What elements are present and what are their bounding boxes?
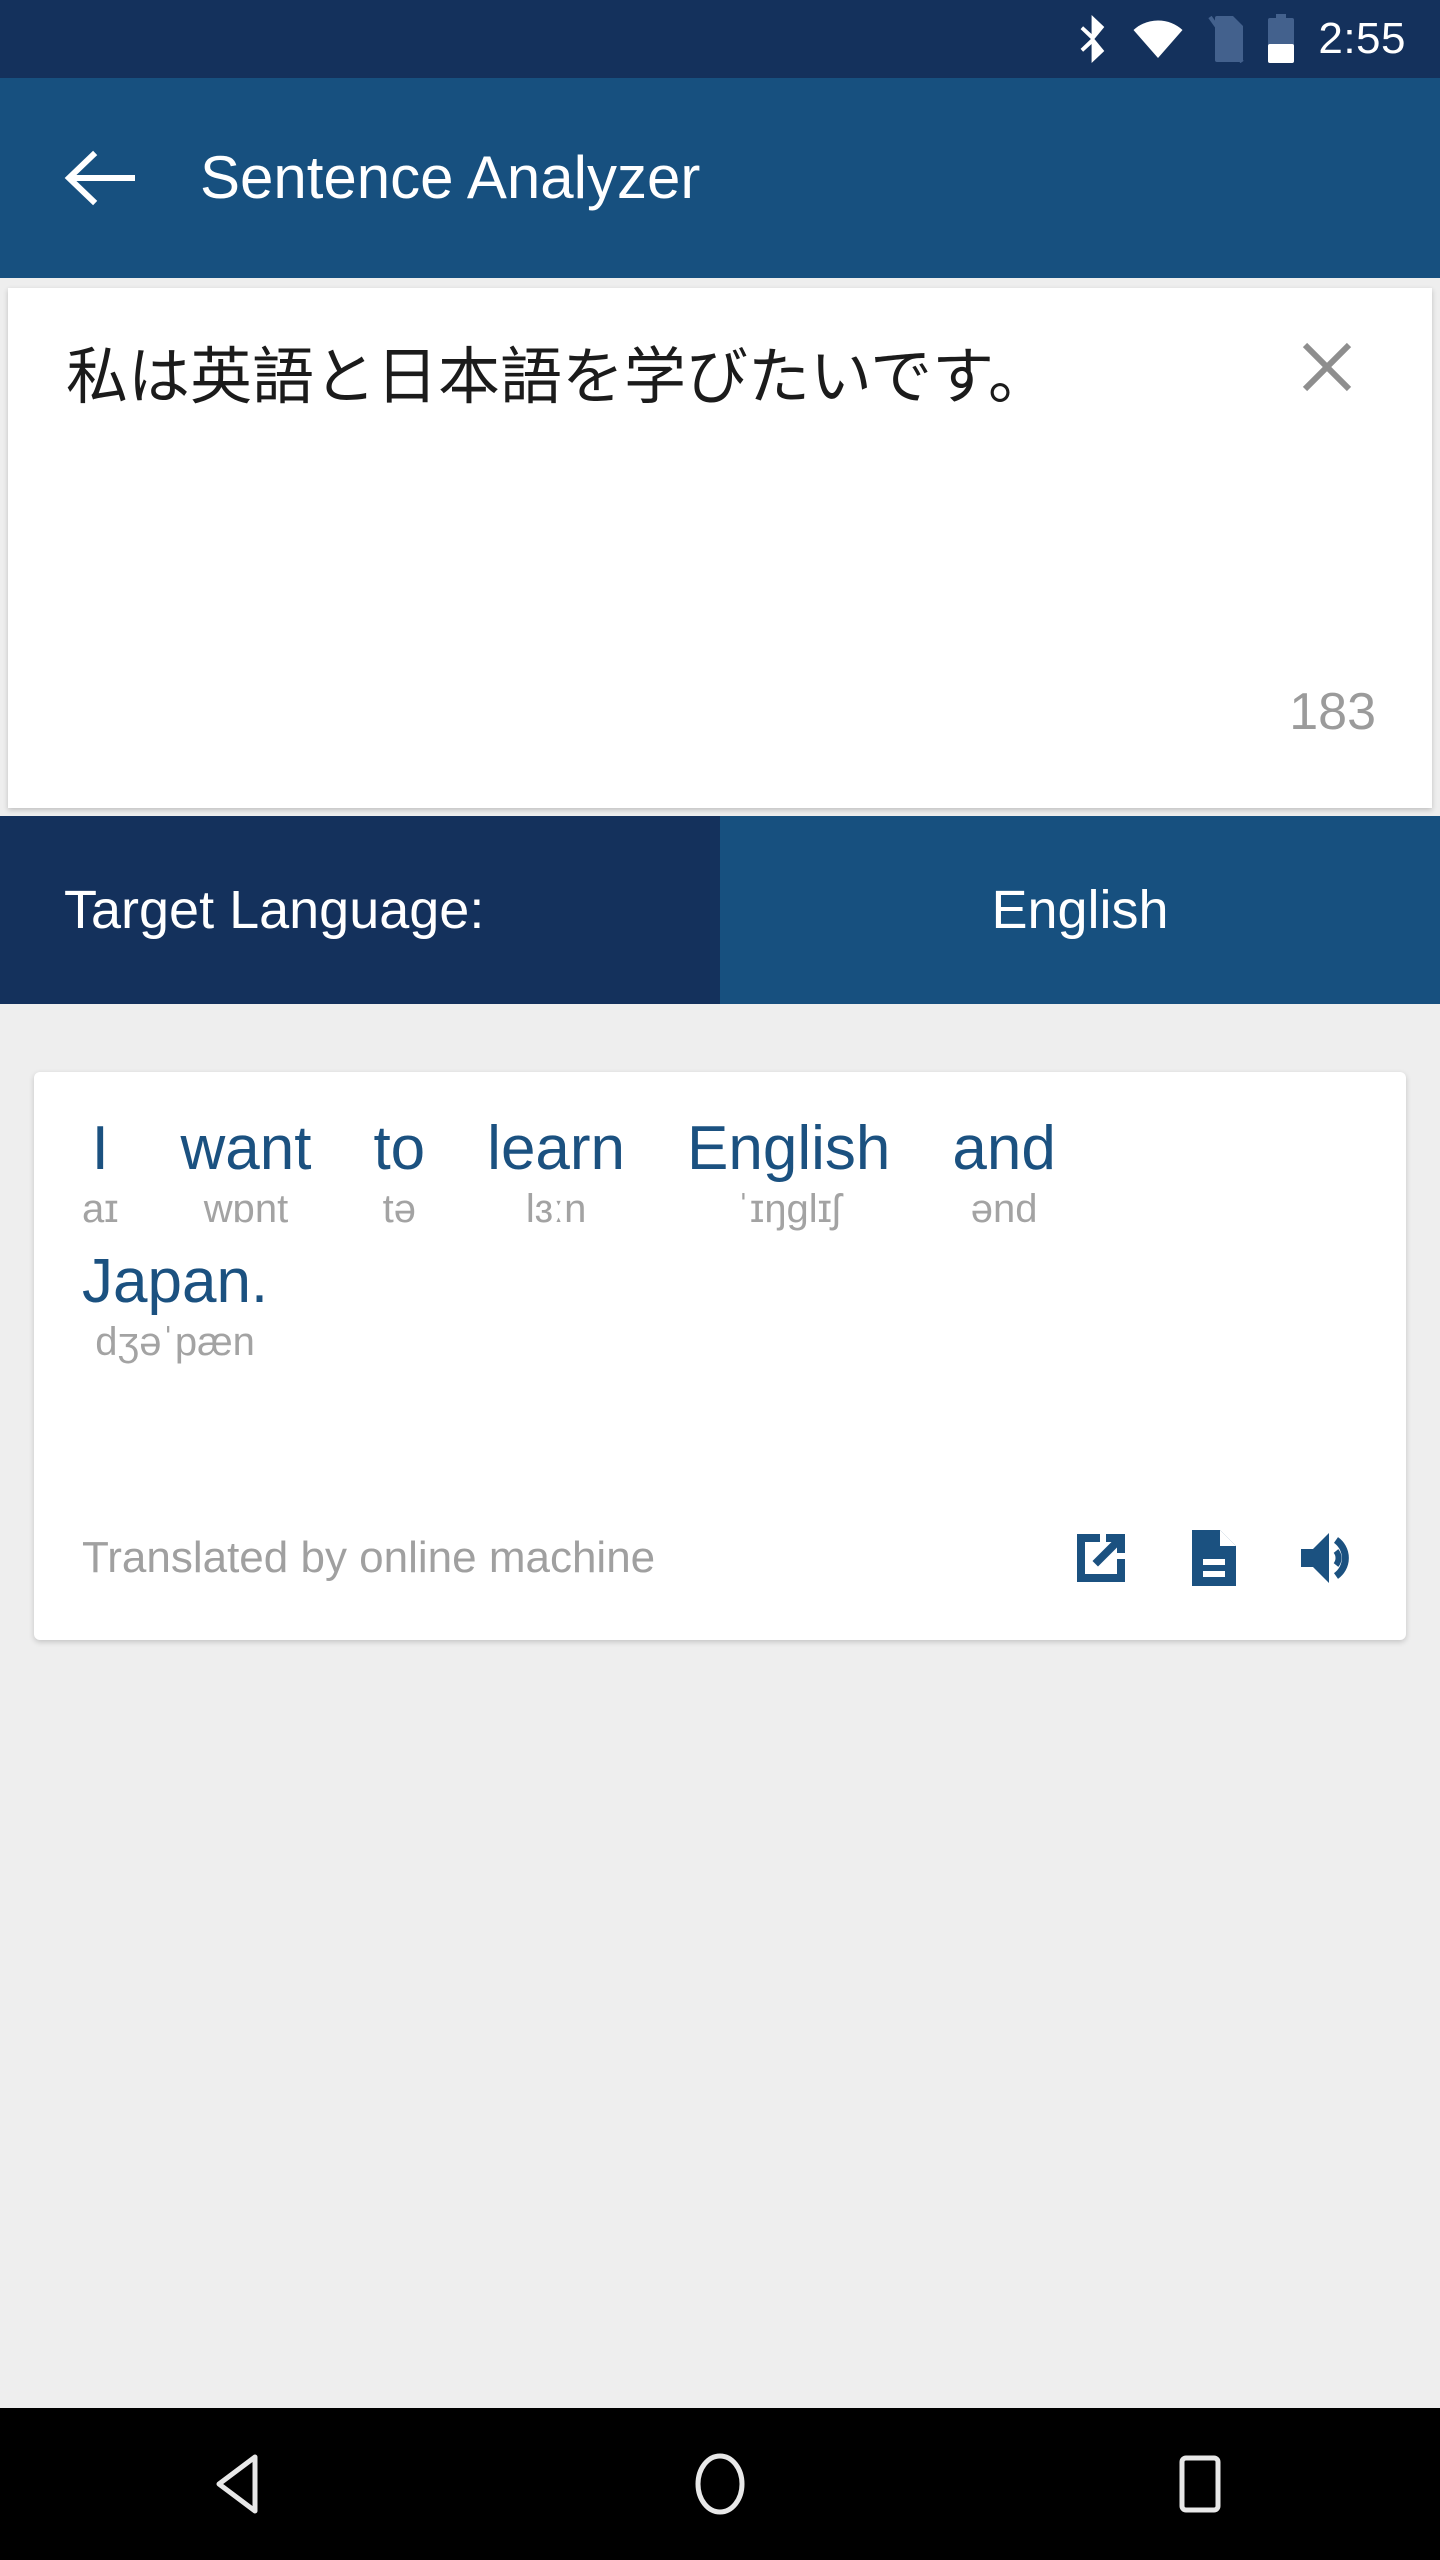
recents-square-icon[interactable] <box>960 2408 1440 2560</box>
word-text: Japan. <box>82 1247 269 1317</box>
bluetooth-icon <box>1076 15 1110 63</box>
word-ipa: tə <box>382 1187 416 1232</box>
word-text: to <box>373 1114 426 1183</box>
word-item[interactable]: English ˈɪŋɡlɪʃ <box>687 1116 890 1233</box>
character-counter: 183 <box>1289 683 1376 741</box>
word-ipa: lɜːn <box>525 1187 587 1232</box>
status-time: 2:55 <box>1318 14 1406 63</box>
translation-source-note: Translated by online machine <box>82 1533 656 1582</box>
word-item[interactable]: learn lɜːn <box>487 1116 625 1233</box>
no-sim-icon <box>1206 15 1244 63</box>
status-bar: 2:55 <box>0 0 1440 78</box>
word-ipa: wɒnt <box>203 1187 289 1232</box>
word-item[interactable]: to tə <box>373 1116 425 1233</box>
word-text: want <box>180 1114 312 1183</box>
result-actions <box>1072 1528 1362 1588</box>
sentence-input[interactable]: 私は英語と日本語を学びたいです。 <box>66 336 1246 420</box>
home-circle-icon[interactable] <box>480 2408 960 2560</box>
back-triangle-icon[interactable] <box>0 2408 480 2560</box>
word-item[interactable]: I aɪ <box>82 1116 118 1233</box>
status-icons <box>1076 14 1296 64</box>
close-icon[interactable] <box>1284 324 1370 410</box>
word-item[interactable]: want wɒnt <box>180 1116 311 1233</box>
target-language-value: English <box>991 880 1169 940</box>
input-row: 私は英語と日本語を学びたいです。 <box>8 288 1432 420</box>
app-bar: Sentence Analyzer <box>0 78 1440 278</box>
target-language-bar: Target Language: English <box>0 816 1440 1004</box>
app-screen: 2:55 Sentence Analyzer 私は英語と日本語を学びたいです。 … <box>0 0 1440 2560</box>
word-text: learn <box>487 1114 626 1183</box>
battery-icon <box>1266 14 1296 64</box>
word-item[interactable]: Japan. dʒəˈpæn <box>82 1249 268 1366</box>
word-text: and <box>952 1114 1056 1183</box>
sentence-input-card[interactable]: 私は英語と日本語を学びたいです。 183 <box>8 288 1432 808</box>
wifi-icon <box>1132 19 1184 59</box>
word-ipa: ənd <box>970 1187 1038 1232</box>
page-title: Sentence Analyzer <box>200 144 701 211</box>
back-arrow-icon[interactable] <box>44 122 156 234</box>
word-text: English <box>687 1114 891 1183</box>
target-language-label-pane: Target Language: <box>0 816 720 1004</box>
target-language-label: Target Language: <box>64 880 485 940</box>
open-in-new-icon[interactable] <box>1072 1529 1130 1587</box>
volume-icon[interactable] <box>1298 1530 1362 1586</box>
word-ipa: ˈɪŋɡlɪʃ <box>736 1187 841 1232</box>
android-navigation-bar <box>0 2408 1440 2560</box>
word-ipa: dʒəˈpæn <box>95 1320 255 1365</box>
translation-result-card: I aɪ want wɒnt to tə learn lɜːn English … <box>34 1072 1406 1640</box>
document-icon[interactable] <box>1188 1528 1240 1588</box>
word-text: I <box>91 1114 109 1183</box>
result-footer: Translated by online machine <box>82 1528 1362 1588</box>
word-ipa: aɪ <box>82 1187 119 1232</box>
target-language-selector[interactable]: English <box>720 816 1440 1004</box>
word-list: I aɪ want wɒnt to tə learn lɜːn English … <box>82 1116 1358 1382</box>
word-item[interactable]: and ənd <box>952 1116 1055 1233</box>
